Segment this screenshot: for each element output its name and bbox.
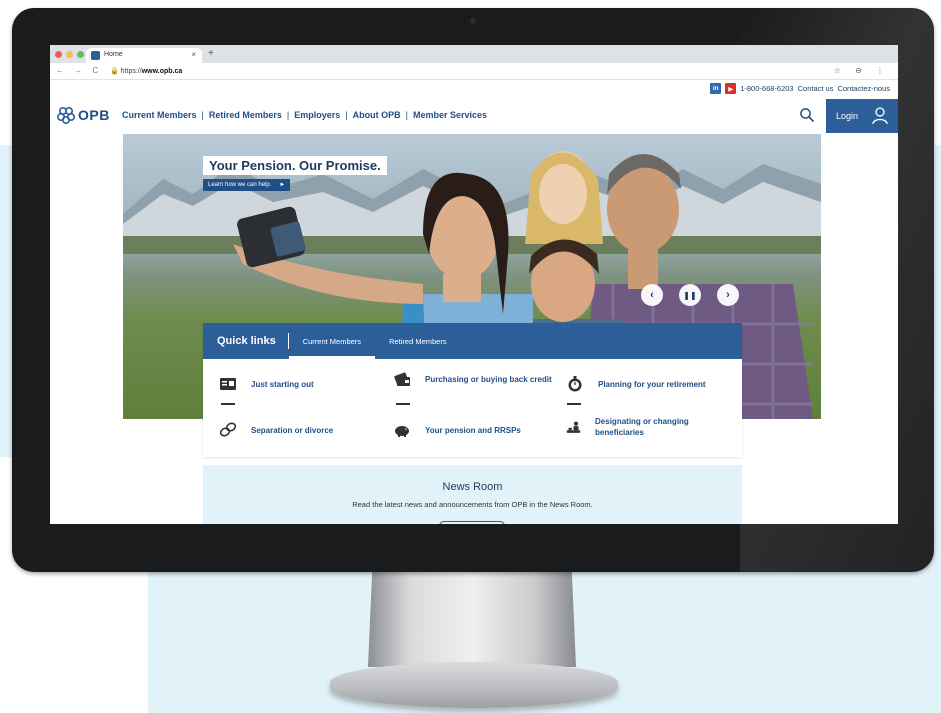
monitor-mockup: Home × + ← → C 🔒 https://www.opb.ca ☆ ⊖ … xyxy=(0,0,941,713)
chevron-right-icon: › xyxy=(726,289,730,301)
ql-just-starting-out[interactable]: Just starting out xyxy=(219,375,314,393)
linkedin-icon[interactable]: in xyxy=(710,83,722,94)
search-icon[interactable] xyxy=(799,107,815,123)
nav-separator: | xyxy=(345,110,348,120)
monitor-stand-neck xyxy=(368,572,576,667)
quick-links-title: Quick links xyxy=(203,333,289,349)
ql-label: Separation or divorce xyxy=(251,425,334,435)
divider-bar xyxy=(567,403,581,405)
nav-separator: | xyxy=(405,110,408,120)
ql-label: Purchasing or buying back credit xyxy=(425,374,552,384)
beneficiary-icon xyxy=(566,421,581,433)
hero-cta-label: Learn how we can help. xyxy=(208,182,272,188)
utility-bar: in ▶ 1-800-668-6203 Contact us Contactez… xyxy=(50,81,898,97)
nav-employers[interactable]: Employers xyxy=(294,110,340,120)
window-controls xyxy=(55,51,84,58)
phone-number[interactable]: 1-800-668-6203 xyxy=(740,84,793,93)
url-prefix: https:// xyxy=(120,68,142,75)
divider-bar xyxy=(396,403,410,405)
tab-title: Home xyxy=(104,51,123,58)
browser-nav-buttons[interactable]: ← → C xyxy=(56,66,102,75)
nav-member-services[interactable]: Member Services xyxy=(413,110,487,120)
nav-retired-members[interactable]: Retired Members xyxy=(209,110,282,120)
ql-label: Your pension and RRSPs xyxy=(425,425,521,435)
nav-separator: | xyxy=(201,110,204,120)
ql-beneficiaries[interactable]: Designating or changing beneficiaries xyxy=(566,416,716,438)
tab-close-icon[interactable]: × xyxy=(191,50,196,59)
id-card-icon xyxy=(220,378,236,390)
pause-icon: ❚❚ xyxy=(683,290,697,300)
news-room-section: News Room Read the latest news and annou… xyxy=(203,465,742,524)
hero-cta-button[interactable]: Learn how we can help. ► xyxy=(203,179,291,191)
quick-links-panel: Quick links Current Members Retired Memb… xyxy=(203,323,742,457)
browser-menu-icons[interactable]: ☆ ⊖ ⋮ xyxy=(834,66,890,75)
chevron-left-icon: ‹ xyxy=(650,289,654,301)
news-room-button[interactable] xyxy=(439,521,505,524)
stopwatch-icon xyxy=(568,376,582,392)
news-room-title: News Room xyxy=(442,481,503,493)
quick-links-header: Quick links Current Members Retired Memb… xyxy=(203,323,742,359)
maximize-window-button[interactable] xyxy=(77,51,84,58)
ql-separation-divorce[interactable]: Separation or divorce xyxy=(219,421,333,439)
carousel-prev-button[interactable]: ‹ xyxy=(641,284,663,306)
browser-tab[interactable]: Home × xyxy=(86,48,202,63)
login-label: Login xyxy=(836,111,859,121)
ql-label: Planning for your retirement xyxy=(598,379,706,389)
logo-mark-icon xyxy=(56,106,76,125)
main-navigation: OPB Current Members | Retired Members | Empl… xyxy=(50,99,898,133)
wallet-icon xyxy=(394,372,410,386)
nav-separator: | xyxy=(286,110,290,120)
ql-purchasing-credit[interactable]: Purchasing or buying back credit xyxy=(393,370,553,388)
quick-links-grid: Just starting out Purchasing or buying b… xyxy=(203,359,742,457)
monitor-stand-base xyxy=(330,662,618,708)
carousel-next-button[interactable]: › xyxy=(717,284,739,306)
ql-planning-retirement[interactable]: Planning for your retirement xyxy=(566,375,706,393)
news-room-text: Read the latest news and announcements f… xyxy=(352,500,593,509)
tab-retired-members[interactable]: Retired Members xyxy=(375,323,461,359)
opb-logo[interactable]: OPB xyxy=(56,105,110,125)
hero-headline: Your Pension. Our Promise. xyxy=(203,156,387,175)
user-icon xyxy=(872,107,888,125)
browser-tab-bar: Home × + xyxy=(50,45,898,63)
ql-label: Just starting out xyxy=(251,379,314,389)
divider-bar xyxy=(221,403,235,405)
url-field[interactable]: 🔒 https://www.opb.ca xyxy=(110,67,182,75)
new-tab-button[interactable]: + xyxy=(208,48,214,59)
play-arrow-icon: ► xyxy=(279,182,286,188)
ql-pension-rrsps[interactable]: Your pension and RRSPs xyxy=(393,421,521,439)
rings-icon xyxy=(219,422,237,437)
primary-nav-links: Current Members | Retired Members | Employer… xyxy=(122,110,487,120)
ql-label: Designating or changing beneficiaries xyxy=(595,417,689,437)
youtube-icon[interactable]: ▶ xyxy=(725,83,737,94)
address-bar: ← → C 🔒 https://www.opb.ca ☆ ⊖ ⋮ xyxy=(50,63,898,80)
login-button[interactable]: Login xyxy=(826,99,898,133)
browser-screen: Home × + ← → C 🔒 https://www.opb.ca ☆ ⊖ … xyxy=(50,45,898,524)
tab-current-members[interactable]: Current Members xyxy=(288,323,376,359)
nav-about-opb[interactable]: About OPB xyxy=(353,110,401,120)
piggy-bank-icon xyxy=(395,426,409,437)
contact-us-link[interactable]: Contact us xyxy=(798,84,834,93)
camera-dot xyxy=(470,18,476,24)
nav-current-members[interactable]: Current Members xyxy=(122,110,197,120)
minimize-window-button[interactable] xyxy=(66,51,73,58)
contactez-nous-link[interactable]: Contactez-nous xyxy=(837,84,890,93)
favicon-icon xyxy=(91,51,100,60)
carousel-pause-button[interactable]: ❚❚ xyxy=(679,284,701,306)
url-host: www.opb.ca xyxy=(141,68,183,75)
close-window-button[interactable] xyxy=(55,51,62,58)
logo-text: OPB xyxy=(78,107,110,123)
